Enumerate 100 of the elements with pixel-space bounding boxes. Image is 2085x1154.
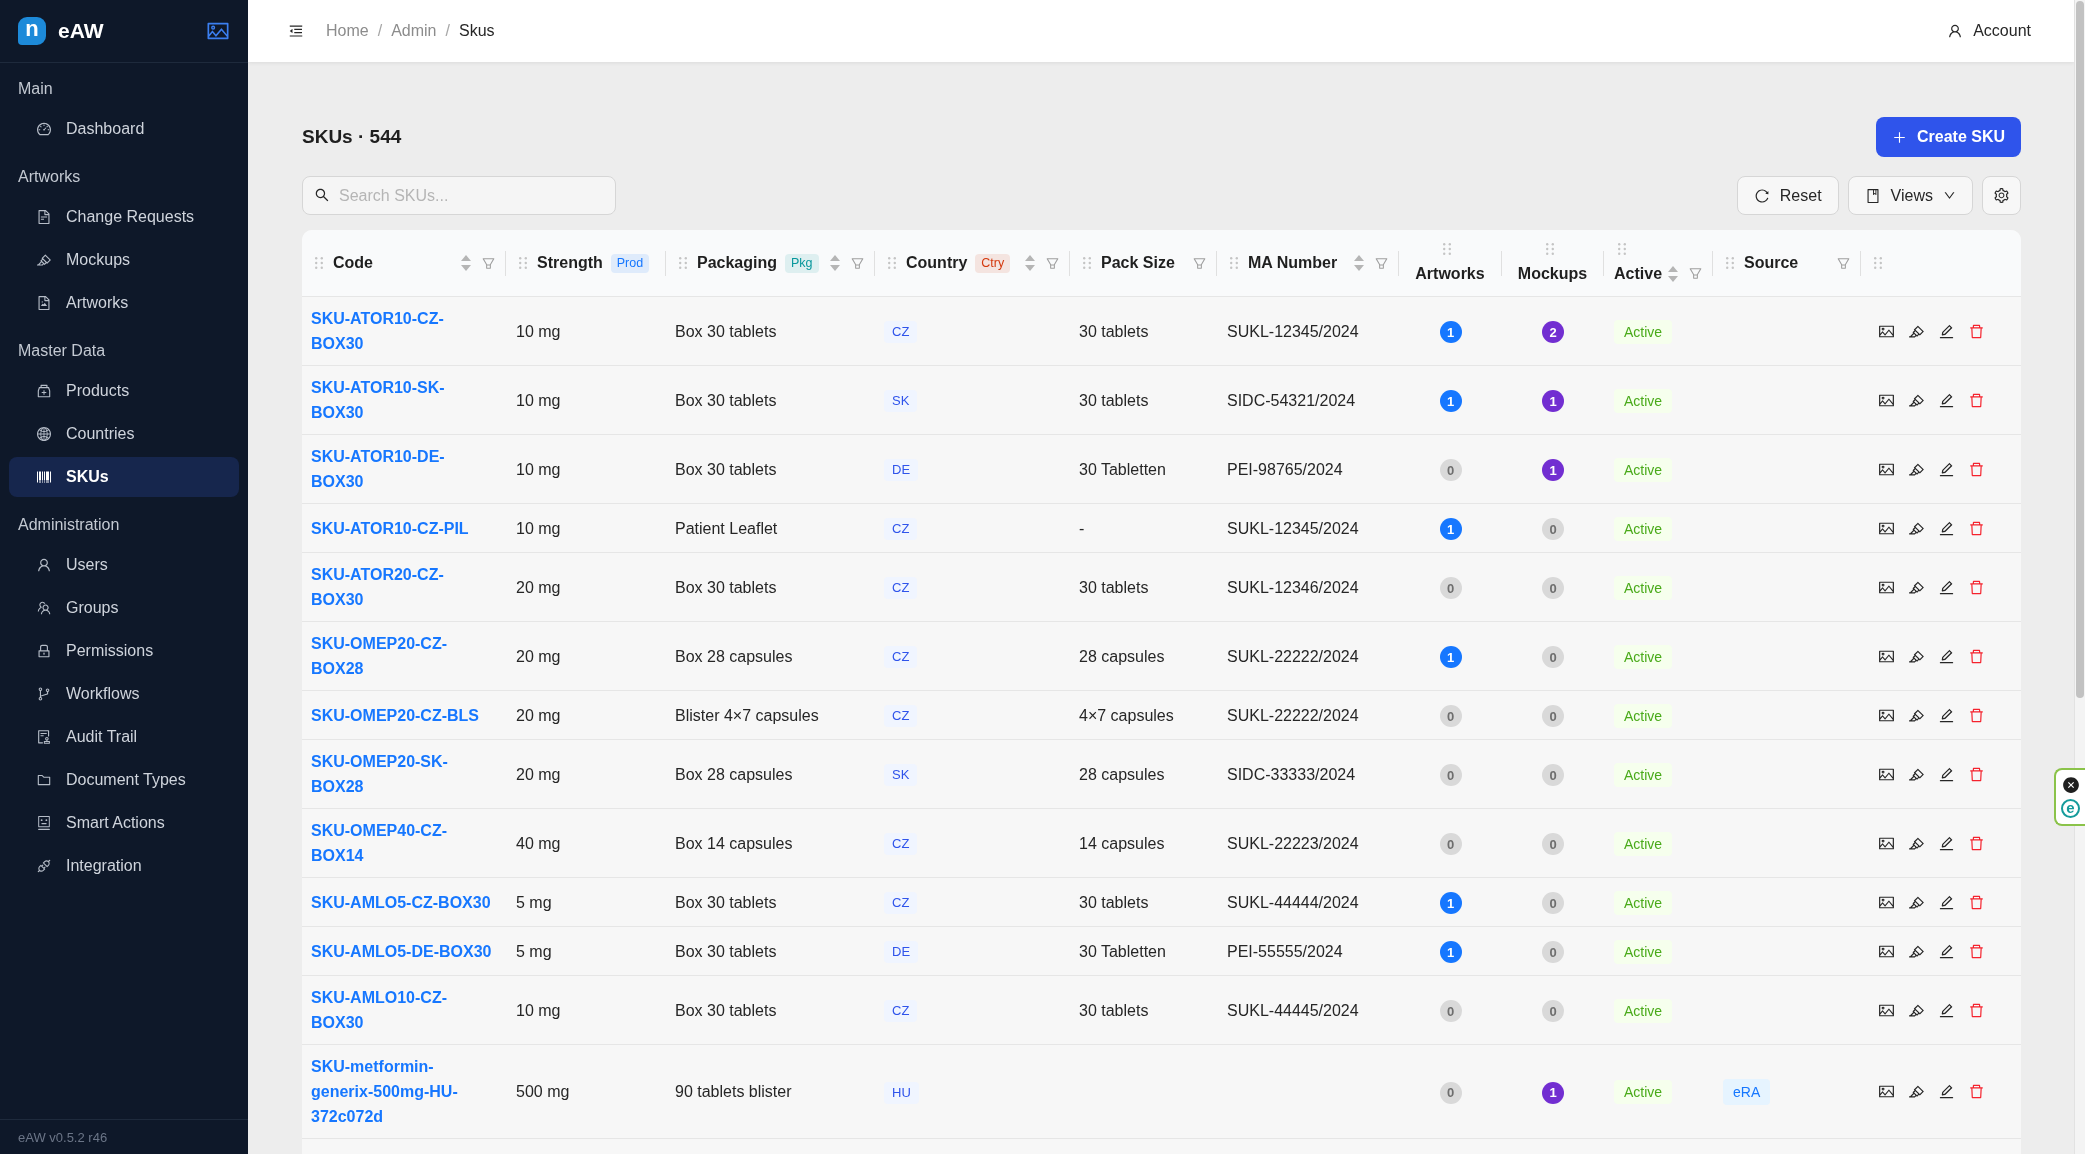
pencil-icon[interactable]: [1938, 765, 1955, 783]
sku-link[interactable]: SKU-ATOR10-CZ-BOX30: [311, 306, 495, 356]
nav-item[interactable]: Audit Trail: [9, 717, 239, 757]
trash-icon[interactable]: [1968, 647, 1985, 665]
pencil-icon[interactable]: [1938, 519, 1955, 537]
pencil-icon[interactable]: [1938, 942, 1955, 960]
nav-item[interactable]: Smart Actions: [9, 803, 239, 843]
trash-icon[interactable]: [1968, 460, 1985, 478]
table-cell: Box 30 tablets: [675, 322, 777, 340]
count-badge: 0: [1439, 577, 1462, 600]
drag-handle-icon[interactable]: [1726, 257, 1734, 269]
sku-link[interactable]: SKU-ATOR20-CZ-BOX30: [311, 562, 495, 612]
pencil-icon[interactable]: [1938, 322, 1955, 340]
drag-handle-icon[interactable]: [1083, 257, 1091, 269]
pencil-icon[interactable]: [1938, 893, 1955, 911]
image-icon[interactable]: [1878, 1083, 1895, 1100]
dropdown-button[interactable]: Views: [1847, 176, 1973, 215]
close-icon[interactable]: [2061, 776, 2080, 794]
drag-handle-icon[interactable]: [519, 257, 527, 269]
create-button[interactable]: Create SKU: [1875, 117, 2021, 157]
sku-link[interactable]: SKU-metformin-generix-500mg-HU-372c072d: [311, 1054, 495, 1129]
trash-icon[interactable]: [1968, 322, 1985, 340]
nav-item[interactable]: Artworks: [9, 283, 239, 323]
trash-icon[interactable]: [1968, 391, 1985, 409]
trash-icon[interactable]: [1968, 1083, 1985, 1100]
table-cell: SUKL-22222/2024: [1227, 647, 1359, 665]
status-tag: Active: [1614, 644, 1673, 669]
country-tag: DE: [884, 459, 919, 482]
nav-item[interactable]: Workflows: [9, 674, 239, 714]
drag-handle-icon[interactable]: [1618, 242, 1626, 255]
pencil-icon[interactable]: [1938, 578, 1955, 596]
search-field[interactable]: Search SKUs...: [302, 176, 616, 215]
pencil-icon[interactable]: [1938, 1001, 1955, 1019]
trash-icon[interactable]: [1968, 765, 1985, 783]
nav-item[interactable]: Document Types: [9, 760, 239, 800]
drag-handle-icon[interactable]: [888, 257, 896, 269]
nav-item[interactable]: Integration: [9, 846, 239, 886]
trash-icon[interactable]: [1968, 834, 1985, 852]
drag-handle-icon[interactable]: [1874, 257, 1882, 269]
trash-icon[interactable]: [1968, 578, 1985, 596]
menu-icon[interactable]: [288, 23, 304, 39]
breadcrumb-current[interactable]: Skus: [458, 22, 495, 40]
account-link[interactable]: Account: [1947, 22, 2031, 40]
nav-item[interactable]: Dashboard: [9, 109, 239, 149]
sku-link[interactable]: SKU-AMLO10-CZ-BOX30: [311, 985, 495, 1035]
country-tag: CZ: [884, 646, 918, 669]
count-badge: 1: [1542, 1081, 1564, 1104]
drag-handle-icon[interactable]: [1545, 242, 1554, 255]
sku-link[interactable]: SKU-ATOR10-SK-BOX30: [311, 375, 495, 425]
sku-link[interactable]: SKU-ATOR10-DE-BOX30: [311, 444, 495, 494]
sku-link[interactable]: SKU-OMEP20-CZ-BLS: [311, 702, 495, 728]
column-header: Code: [333, 253, 373, 273]
scrollbar-thumb[interactable]: [2076, 1, 2084, 698]
trash-icon[interactable]: [1968, 1001, 1985, 1019]
table-cell: 90 tablets blister: [675, 1083, 792, 1100]
nav-item[interactable]: Permissions: [9, 631, 239, 671]
scrollbar[interactable]: [2074, 0, 2085, 1154]
trash-icon[interactable]: [1968, 519, 1985, 537]
nav-item[interactable]: Users: [9, 545, 239, 585]
highlighter-icon[interactable]: [1908, 1083, 1925, 1100]
sku-link[interactable]: SKU-AMLO5-DE-BOX30: [311, 938, 495, 964]
trash-icon[interactable]: [1968, 706, 1985, 724]
drag-handle-icon[interactable]: [1443, 242, 1451, 255]
pencil-icon[interactable]: [1938, 706, 1955, 724]
section-title: Artworks: [17, 167, 82, 187]
status-tag: Active: [1614, 890, 1673, 915]
nav-item[interactable]: Groups: [9, 588, 239, 628]
folder-icon: [36, 772, 52, 788]
nav-item[interactable]: Mockups: [9, 240, 239, 280]
nav-item[interactable]: Products: [9, 371, 239, 411]
nav-item[interactable]: SKUs: [9, 457, 239, 497]
country-tag: CZ: [884, 577, 918, 600]
breadcrumb-separator: /: [377, 22, 383, 40]
pencil-icon[interactable]: [1938, 391, 1955, 409]
table-cell: 40 mg: [516, 834, 561, 852]
table-cell: SIDC-54321/2024: [1227, 391, 1356, 409]
nav-item[interactable]: Countries: [9, 414, 239, 454]
sku-link[interactable]: SKU-AMLO5-CZ-BOX30: [311, 889, 495, 915]
branch-icon: [36, 686, 52, 702]
drag-handle-icon[interactable]: [679, 257, 687, 269]
sku-link[interactable]: SKU-OMEP20-SK-BOX28: [311, 749, 495, 799]
table-cell: SIDC-33333/2024: [1227, 765, 1356, 783]
pencil-icon[interactable]: [1938, 460, 1955, 478]
pencil-icon[interactable]: [1938, 834, 1955, 852]
trash-icon[interactable]: [1968, 893, 1985, 911]
sku-link[interactable]: SKU-OMEP40-CZ-BOX14: [311, 818, 495, 868]
sku-link[interactable]: SKU-OMEP20-CZ-BOX28: [311, 631, 495, 681]
toolbar-button[interactable]: Reset: [1736, 176, 1839, 215]
user-icon: [1947, 23, 1964, 39]
drag-handle-icon[interactable]: [1230, 257, 1238, 269]
pencil-icon[interactable]: [1938, 647, 1955, 665]
sku-link[interactable]: SKU-ATOR10-CZ-PIL: [311, 515, 495, 541]
drag-handle-icon[interactable]: [315, 257, 323, 269]
nav-item[interactable]: Change Requests: [9, 197, 239, 237]
count-badge: 2: [1542, 321, 1564, 344]
table-cell: SUKL-12345/2024: [1227, 519, 1359, 537]
trash-icon[interactable]: [1968, 942, 1985, 960]
settings-button[interactable]: [1982, 176, 2021, 215]
pencil-icon[interactable]: [1938, 1083, 1955, 1100]
count-badge: 0: [1542, 577, 1564, 600]
